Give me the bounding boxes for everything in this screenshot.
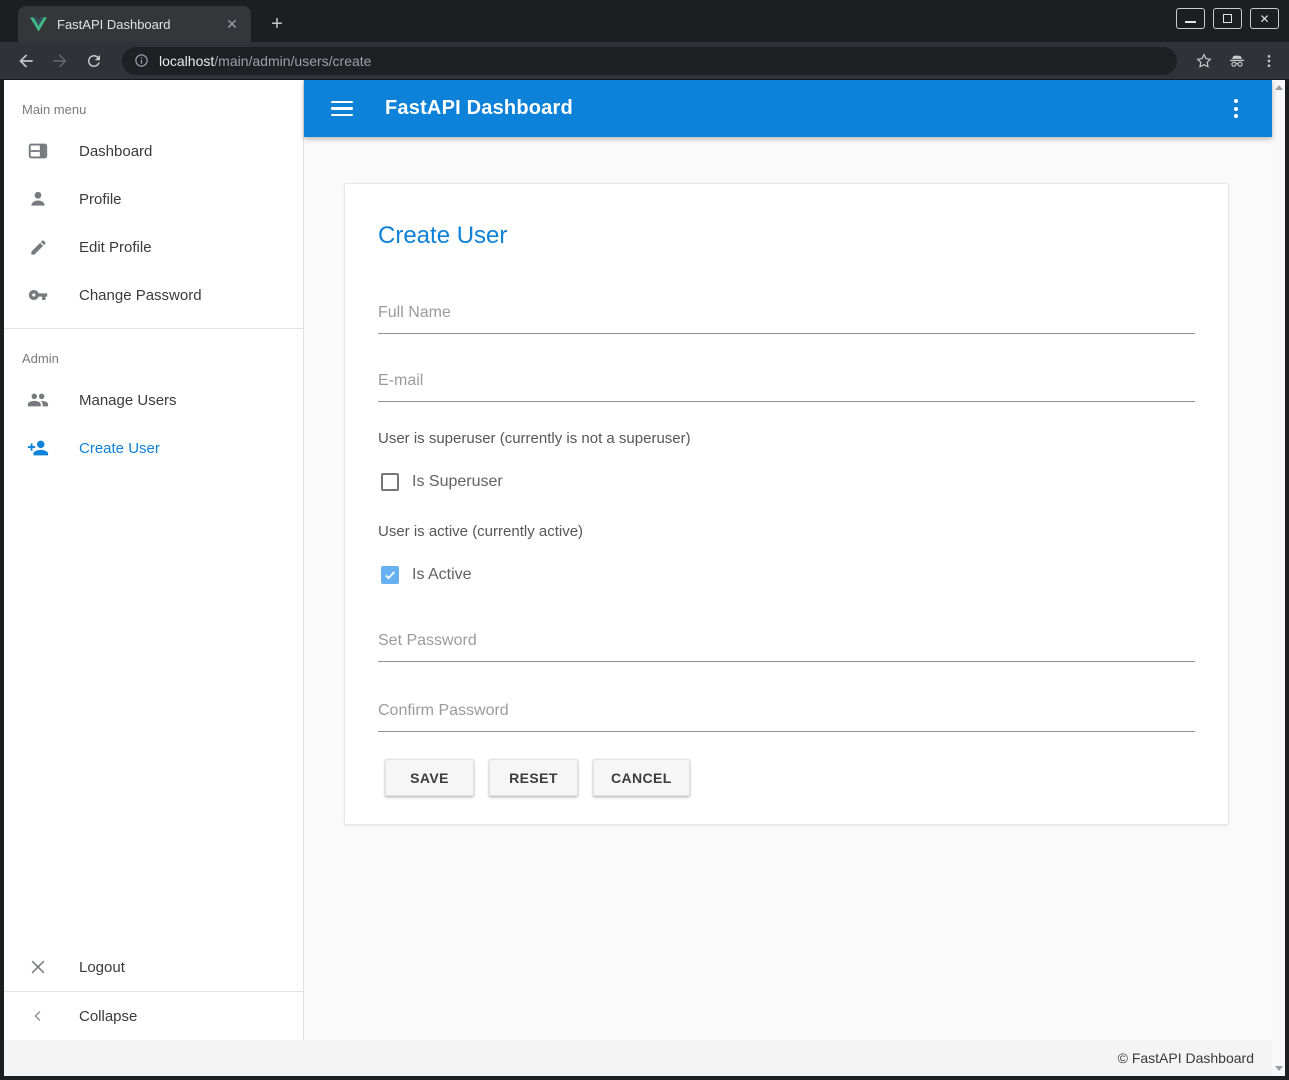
full-name-field-wrap xyxy=(378,300,1195,334)
browser-menu-kebab-icon[interactable] xyxy=(1261,53,1277,69)
sidebar: Main menu Dashboard Profile xyxy=(4,80,304,1040)
site-info-icon[interactable] xyxy=(134,53,149,68)
save-button[interactable]: SAVE xyxy=(385,759,474,796)
full-name-input[interactable] xyxy=(378,300,1195,334)
page-viewport: Main menu Dashboard Profile xyxy=(4,80,1285,1076)
sidebar-item-label: Profile xyxy=(79,191,122,208)
new-tab-button[interactable]: + xyxy=(263,10,291,38)
key-icon xyxy=(27,284,49,306)
reset-button[interactable]: RESET xyxy=(489,759,578,796)
url-path: /main/admin/users/create xyxy=(214,53,371,69)
sidebar-item-label: Logout xyxy=(79,959,125,976)
incognito-icon xyxy=(1227,51,1247,71)
app-toolbar: FastAPI Dashboard xyxy=(304,80,1272,137)
is-active-label: Is Active xyxy=(412,566,472,584)
vue-logo-icon xyxy=(30,17,47,32)
sidebar-item-label: Edit Profile xyxy=(79,239,152,256)
sidebar-item-manage-users[interactable]: Manage Users xyxy=(4,376,303,424)
sidebar-section-main-menu: Main menu xyxy=(4,80,303,127)
sidebar-spacer xyxy=(4,472,303,943)
sidebar-section-admin: Admin xyxy=(4,329,303,376)
form-actions: SAVE RESET CANCEL xyxy=(378,759,1195,796)
main-area: FastAPI Dashboard Create User xyxy=(304,80,1272,1040)
app-menu-kebab-icon[interactable] xyxy=(1230,95,1242,122)
superuser-hint: User is superuser (currently is not a su… xyxy=(378,430,1195,447)
back-button[interactable] xyxy=(12,47,40,75)
tab-title: FastAPI Dashboard xyxy=(57,17,223,32)
window-maximize-button[interactable] xyxy=(1213,8,1242,29)
browser-toolbar: localhost/main/admin/users/create xyxy=(0,42,1289,80)
dashboard-icon xyxy=(27,140,49,162)
reload-button[interactable] xyxy=(80,47,108,75)
close-icon: ✕ xyxy=(1259,13,1269,25)
sidebar-item-label: Create User xyxy=(79,440,160,457)
sidebar-item-logout[interactable]: Logout xyxy=(4,943,303,991)
person-icon xyxy=(27,188,49,210)
confirm-password-field-wrap xyxy=(378,698,1195,732)
minimize-icon xyxy=(1185,21,1196,23)
is-active-checkbox[interactable] xyxy=(381,566,399,584)
sidebar-item-edit-profile[interactable]: Edit Profile xyxy=(4,223,303,271)
page-title: Create User xyxy=(378,222,1195,250)
cancel-button[interactable]: CANCEL xyxy=(593,759,690,796)
app-title: FastAPI Dashboard xyxy=(385,97,573,120)
browser-titlebar: FastAPI Dashboard ✕ + ✕ xyxy=(0,0,1289,42)
maximize-icon xyxy=(1223,14,1232,23)
window-minimize-button[interactable] xyxy=(1176,8,1205,29)
email-field-wrap xyxy=(378,368,1195,402)
reload-icon xyxy=(85,52,103,70)
sidebar-item-dashboard[interactable]: Dashboard xyxy=(4,127,303,175)
sidebar-item-label: Collapse xyxy=(79,1008,137,1025)
page-footer: © FastAPI Dashboard xyxy=(4,1040,1272,1076)
confirm-password-input[interactable] xyxy=(378,698,1195,732)
sidebar-item-change-password[interactable]: Change Password xyxy=(4,271,303,319)
people-icon xyxy=(27,389,49,411)
set-password-field-wrap xyxy=(378,628,1195,662)
logout-x-icon xyxy=(27,956,49,978)
tab-close-icon[interactable]: ✕ xyxy=(223,15,241,33)
url-bar[interactable]: localhost/main/admin/users/create xyxy=(122,47,1177,75)
is-superuser-label: Is Superuser xyxy=(412,473,503,491)
superuser-checkbox-row: Is Superuser xyxy=(378,473,1195,491)
sidebar-item-label: Dashboard xyxy=(79,143,152,160)
sidebar-item-label: Manage Users xyxy=(79,392,177,409)
browser-tab[interactable]: FastAPI Dashboard ✕ xyxy=(18,6,251,42)
checkmark-icon xyxy=(383,568,397,582)
copyright-text: © FastAPI Dashboard xyxy=(1118,1050,1254,1066)
sidebar-item-label: Change Password xyxy=(79,287,202,304)
chevron-left-icon xyxy=(27,1005,49,1027)
back-arrow-icon xyxy=(16,51,36,71)
active-checkbox-row: Is Active xyxy=(378,566,1195,584)
hamburger-menu-icon[interactable] xyxy=(331,101,353,117)
active-hint: User is active (currently active) xyxy=(378,523,1195,540)
main-content: Create User User is superuser (currently… xyxy=(304,137,1272,1040)
email-input[interactable] xyxy=(378,368,1195,402)
sidebar-item-create-user[interactable]: Create User xyxy=(4,424,303,472)
is-superuser-checkbox[interactable] xyxy=(381,473,399,491)
page-scrollbar[interactable] xyxy=(1272,80,1285,1076)
sidebar-item-collapse[interactable]: Collapse xyxy=(4,992,303,1040)
person-add-icon xyxy=(27,437,49,459)
forward-button[interactable] xyxy=(46,47,74,75)
browser-window: FastAPI Dashboard ✕ + ✕ localhost/main/a… xyxy=(0,0,1289,1080)
scrollbar-down-arrow-icon[interactable] xyxy=(1275,1066,1283,1071)
url-host: localhost xyxy=(159,53,214,69)
toolbar-actions xyxy=(1195,51,1277,71)
window-close-button[interactable]: ✕ xyxy=(1250,8,1279,29)
create-user-card: Create User User is superuser (currently… xyxy=(344,183,1229,825)
set-password-input[interactable] xyxy=(378,628,1195,662)
forward-arrow-icon xyxy=(50,51,70,71)
window-controls: ✕ xyxy=(1176,8,1279,29)
pencil-icon xyxy=(27,236,49,258)
sidebar-item-profile[interactable]: Profile xyxy=(4,175,303,223)
scrollbar-up-arrow-icon[interactable] xyxy=(1275,85,1283,90)
bookmark-star-icon[interactable] xyxy=(1195,52,1213,70)
